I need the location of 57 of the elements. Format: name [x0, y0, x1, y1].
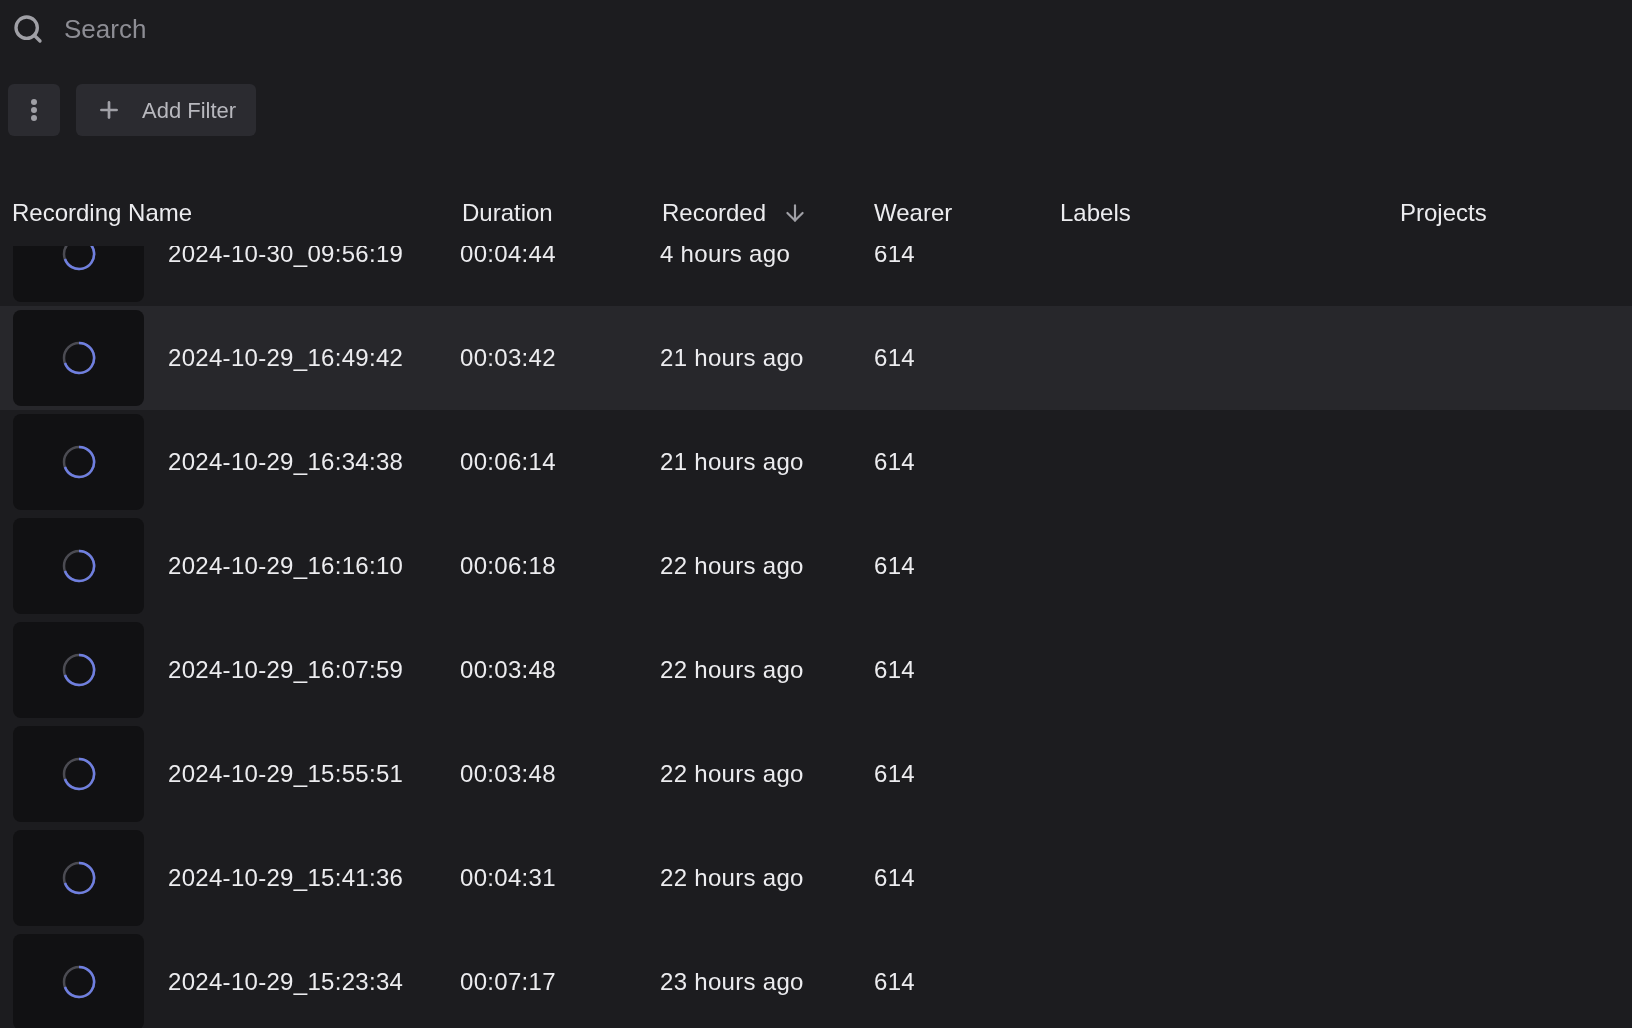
recording-name: 2024-10-29_16:34:38: [168, 447, 405, 477]
search-field[interactable]: Search: [64, 9, 664, 49]
column-header[interactable]: Wearer: [874, 195, 953, 231]
table-row[interactable]: 2024-10-29_16:34:38 00:06:14 21 hours ago 614: [0, 410, 1632, 514]
column-header[interactable]: Projects: [1400, 195, 1487, 231]
recording-name: 2024-10-29_15:23:34: [168, 967, 405, 997]
recorded-cell-text: 22 hours ago: [660, 863, 805, 893]
recording-name: 2024-10-29_15:55:51: [168, 759, 405, 789]
wearer-cell-text: 614: [874, 759, 916, 789]
recorded-cell-text: 21 hours ago: [660, 447, 805, 477]
duration-cell-text: 00:04:44: [460, 246, 557, 269]
loading-spinner-icon: [61, 757, 96, 791]
recorded-cell-text: 21 hours ago: [660, 343, 805, 373]
duration-cell-text: 00:06:18: [460, 551, 557, 581]
column-header[interactable]: Duration: [462, 195, 553, 231]
loading-spinner-icon: [61, 549, 96, 583]
more-options-button[interactable]: [8, 84, 60, 136]
wearer-cell-text: 614: [874, 246, 916, 269]
duration-cell-text: 00:06:14: [460, 447, 557, 477]
recorded-cell-text: 22 hours ago: [660, 759, 805, 789]
duration-cell-text: 00:03:42: [460, 343, 557, 373]
loading-spinner-icon: [61, 965, 96, 999]
add-filter-button[interactable]: Add Filter: [76, 84, 257, 136]
table-row[interactable]: 2024-10-29_16:07:59 00:03:48 22 hours ago 614: [0, 618, 1632, 722]
recorded-cell-text: 22 hours ago: [660, 551, 805, 581]
recording-name: 2024-10-29_15:41:36: [168, 863, 405, 893]
recorded-cell-text: 23 hours ago: [660, 967, 805, 997]
recorded-cell-text: 22 hours ago: [660, 655, 805, 685]
recording-name: 2024-10-30_09:56:19: [168, 246, 405, 269]
loading-spinner-icon: [61, 246, 96, 271]
loading-spinner-icon: [61, 445, 96, 479]
wearer-cell-text: 614: [874, 967, 916, 997]
duration-cell-text: 00:03:48: [460, 655, 557, 685]
loading-spinner-icon: [61, 861, 96, 895]
table-row[interactable]: 2024-10-29_15:23:34 00:07:17 23 hours ago 614: [0, 930, 1632, 1028]
wearer-cell-text: 614: [874, 447, 916, 477]
vertical-dots-icon: [31, 99, 37, 121]
wearer-cell-text: 614: [874, 551, 916, 581]
table-row[interactable]: 2024-10-29_15:41:36 00:04:31 22 hours ago 614: [0, 826, 1632, 930]
wearer-cell-text: 614: [874, 655, 916, 685]
recording-name: 2024-10-29_16:07:59: [168, 655, 405, 685]
duration-cell-text: 00:04:31: [460, 863, 557, 893]
duration-cell-text: 00:03:48: [460, 759, 557, 789]
column-header[interactable]: Recording Name: [12, 195, 193, 231]
loading-spinner-icon: [61, 653, 96, 687]
search-icon: [12, 13, 44, 45]
table-row[interactable]: 2024-10-29_16:16:10 00:06:18 22 hours ago 614: [0, 514, 1632, 618]
table-row[interactable]: 2024-10-29_15:55:51 00:03:48 22 hours ago 614: [0, 722, 1632, 826]
duration-cell-text: 00:07:17: [460, 967, 557, 997]
wearer-cell-text: 614: [874, 863, 916, 893]
recording-name: 2024-10-29_16:49:42: [168, 343, 405, 373]
table-row[interactable]: 2024-10-29_16:49:42 00:03:42 21 hours ago 614: [0, 306, 1632, 410]
column-header[interactable]: Recorded: [662, 195, 767, 231]
wearer-cell-text: 614: [874, 343, 916, 373]
column-header[interactable]: Labels: [1060, 195, 1131, 231]
recording-name: 2024-10-29_16:16:10: [168, 551, 405, 581]
loading-spinner-icon: [61, 341, 96, 375]
